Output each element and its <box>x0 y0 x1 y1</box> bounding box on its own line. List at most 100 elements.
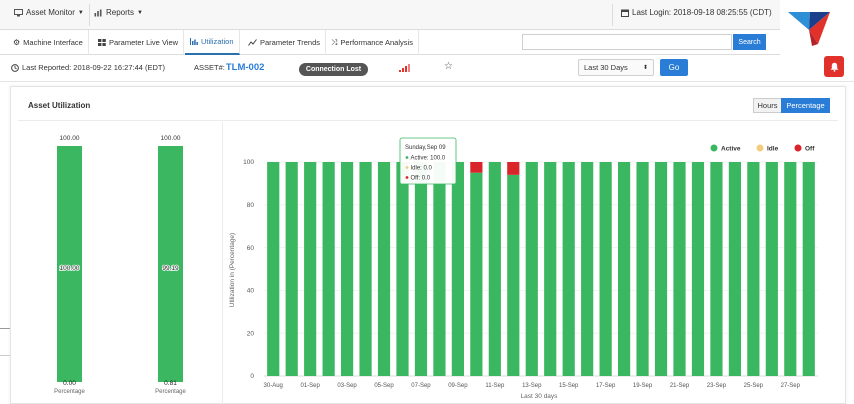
updown-icon: ⬍ <box>642 65 648 71</box>
brand-logo <box>788 12 830 46</box>
x-tick-label: 03-Sep <box>337 383 357 389</box>
bar-active[interactable] <box>525 162 538 376</box>
bar-off[interactable] <box>507 162 520 175</box>
tab-performance-analysis[interactable]: ⤨ Performance Analysis <box>326 30 419 55</box>
bar-active[interactable] <box>433 162 446 376</box>
bar-active[interactable] <box>802 162 815 376</box>
x-tick-label: 01-Sep <box>300 383 320 389</box>
bar-active[interactable] <box>267 162 280 376</box>
bar-active[interactable] <box>691 162 705 376</box>
x-tick-label: 19-Sep <box>633 383 653 389</box>
asset-id: TLM-002 <box>225 62 265 73</box>
side-rule <box>0 355 10 356</box>
bar-active[interactable] <box>304 162 317 376</box>
bell-icon <box>830 62 838 72</box>
clock-icon <box>11 63 19 72</box>
bar-active[interactable] <box>618 162 631 376</box>
bar-active[interactable] <box>377 162 391 376</box>
legend-item-off[interactable]: Off <box>794 144 816 153</box>
tab-label: Parameter Live View <box>109 38 179 47</box>
gauge-axis-label: Percentage <box>155 389 186 395</box>
tab-parameter-trends[interactable]: Parameter Trends <box>243 30 327 55</box>
bar-active[interactable] <box>396 162 409 376</box>
bar-active[interactable] <box>507 174 520 376</box>
gauge-bottom-value: 0.81 <box>164 380 177 387</box>
go-button[interactable]: Go <box>660 59 688 76</box>
gauge-center-value: 100.00 <box>60 265 80 272</box>
chevron-down-icon: ▼ <box>137 9 143 16</box>
bar-active[interactable] <box>359 162 372 376</box>
chart-x-ticks: 30-Aug 01-Sep 03-Sep 05-Sep 07-Sep 09-Sep 11-S… <box>264 383 801 389</box>
hours-toggle-button[interactable]: Hours <box>753 98 782 113</box>
y-tick-label: 0 <box>250 373 254 380</box>
panel-header-divider <box>18 120 838 121</box>
side-rule <box>0 328 10 329</box>
tooltip-swatch <box>405 156 409 159</box>
last-login-info: Last Login: 2018-09-18 08:25:55 (CDT) <box>621 8 772 17</box>
bar-active[interactable] <box>488 162 501 376</box>
chart-tooltip: Sunday,Sep 09 Active: 100.0 Idle: 0.0 Of… <box>399 137 457 185</box>
x-tick-label: 11-Sep <box>485 383 505 389</box>
y-tick-label: 40 <box>247 288 255 295</box>
gauge-axis-label: Percentage <box>54 389 85 395</box>
bar-active[interactable] <box>710 162 723 376</box>
search-input[interactable] <box>522 34 732 50</box>
tab-label: Parameter Trends <box>260 38 321 47</box>
legend-item-active[interactable]: Active <box>710 144 741 153</box>
tab-label: Performance Analysis <box>340 38 413 47</box>
bar-active[interactable] <box>654 162 668 376</box>
legend-label: Active <box>721 146 741 153</box>
asset-id-label: ASSET#: TLM-002 <box>194 62 264 73</box>
legend-swatch <box>710 144 718 152</box>
bar-active[interactable] <box>599 162 612 376</box>
legend-swatch <box>756 144 764 152</box>
bar-active[interactable] <box>765 162 778 376</box>
reports-menu[interactable]: Reports ▼ <box>94 8 143 17</box>
bar-active[interactable] <box>747 162 760 376</box>
gauge-top-value: 100.00 <box>161 135 181 142</box>
x-tick-label: 07-Sep <box>411 383 431 389</box>
tab-machine-interface[interactable]: ⚙ Machine Interface <box>8 30 89 55</box>
bar-active[interactable] <box>673 162 686 376</box>
reports-label: Reports <box>106 8 135 17</box>
x-tick-label: 13-Sep <box>522 383 542 389</box>
tooltip-swatch <box>405 166 409 169</box>
bar-chart-icon <box>190 38 198 45</box>
chart-legend: Active Idle Off <box>710 144 816 153</box>
percentage-toggle-button[interactable]: Percentage <box>781 98 830 113</box>
bar-active[interactable] <box>784 162 797 376</box>
bar-active[interactable] <box>414 162 428 376</box>
tab-utilization[interactable]: Utilization <box>185 30 240 55</box>
bar-active[interactable] <box>562 162 575 376</box>
star-icon[interactable]: ☆ <box>444 61 453 72</box>
bar-active[interactable] <box>322 162 335 376</box>
bar-active[interactable] <box>636 162 649 376</box>
gauge-center-value: 99.19 <box>162 265 179 272</box>
x-axis-label: Last 30 days <box>521 393 559 400</box>
tooltip-title: Sunday,Sep 09 <box>405 145 446 151</box>
bar-active[interactable] <box>728 162 741 376</box>
bar-active[interactable] <box>581 162 594 376</box>
notification-button[interactable] <box>824 56 844 77</box>
bar-active[interactable] <box>285 162 298 376</box>
bar-active[interactable] <box>451 162 464 376</box>
bar-off[interactable] <box>470 162 483 173</box>
bar-active[interactable] <box>544 162 557 376</box>
tooltip-swatch <box>405 176 409 179</box>
x-tick-label: 17-Sep <box>596 383 616 389</box>
date-range-select[interactable]: Last 30 Days ⬍ <box>578 59 654 76</box>
connection-status-badge: Connection Lost <box>299 63 368 76</box>
bar-active[interactable] <box>470 172 483 376</box>
chevron-down-icon: ▼ <box>77 9 84 16</box>
bar-active[interactable] <box>341 162 354 376</box>
gauge-top-value: 100.00 <box>60 135 80 142</box>
x-tick-label: 15-Sep <box>559 383 579 389</box>
search-button[interactable]: Search <box>733 34 766 50</box>
monitor-icon <box>14 8 23 16</box>
top-navbar: Asset Monitor ▼ Reports ▼ Last Login: 20… <box>0 0 780 30</box>
legend-item-idle[interactable]: Idle <box>756 144 779 153</box>
tab-parameter-live-view[interactable]: Parameter Live View <box>93 30 185 55</box>
x-tick-label: 21-Sep <box>670 383 690 389</box>
menu-divider <box>89 4 90 26</box>
asset-monitor-menu[interactable]: Asset Monitor ▼ <box>14 8 84 17</box>
